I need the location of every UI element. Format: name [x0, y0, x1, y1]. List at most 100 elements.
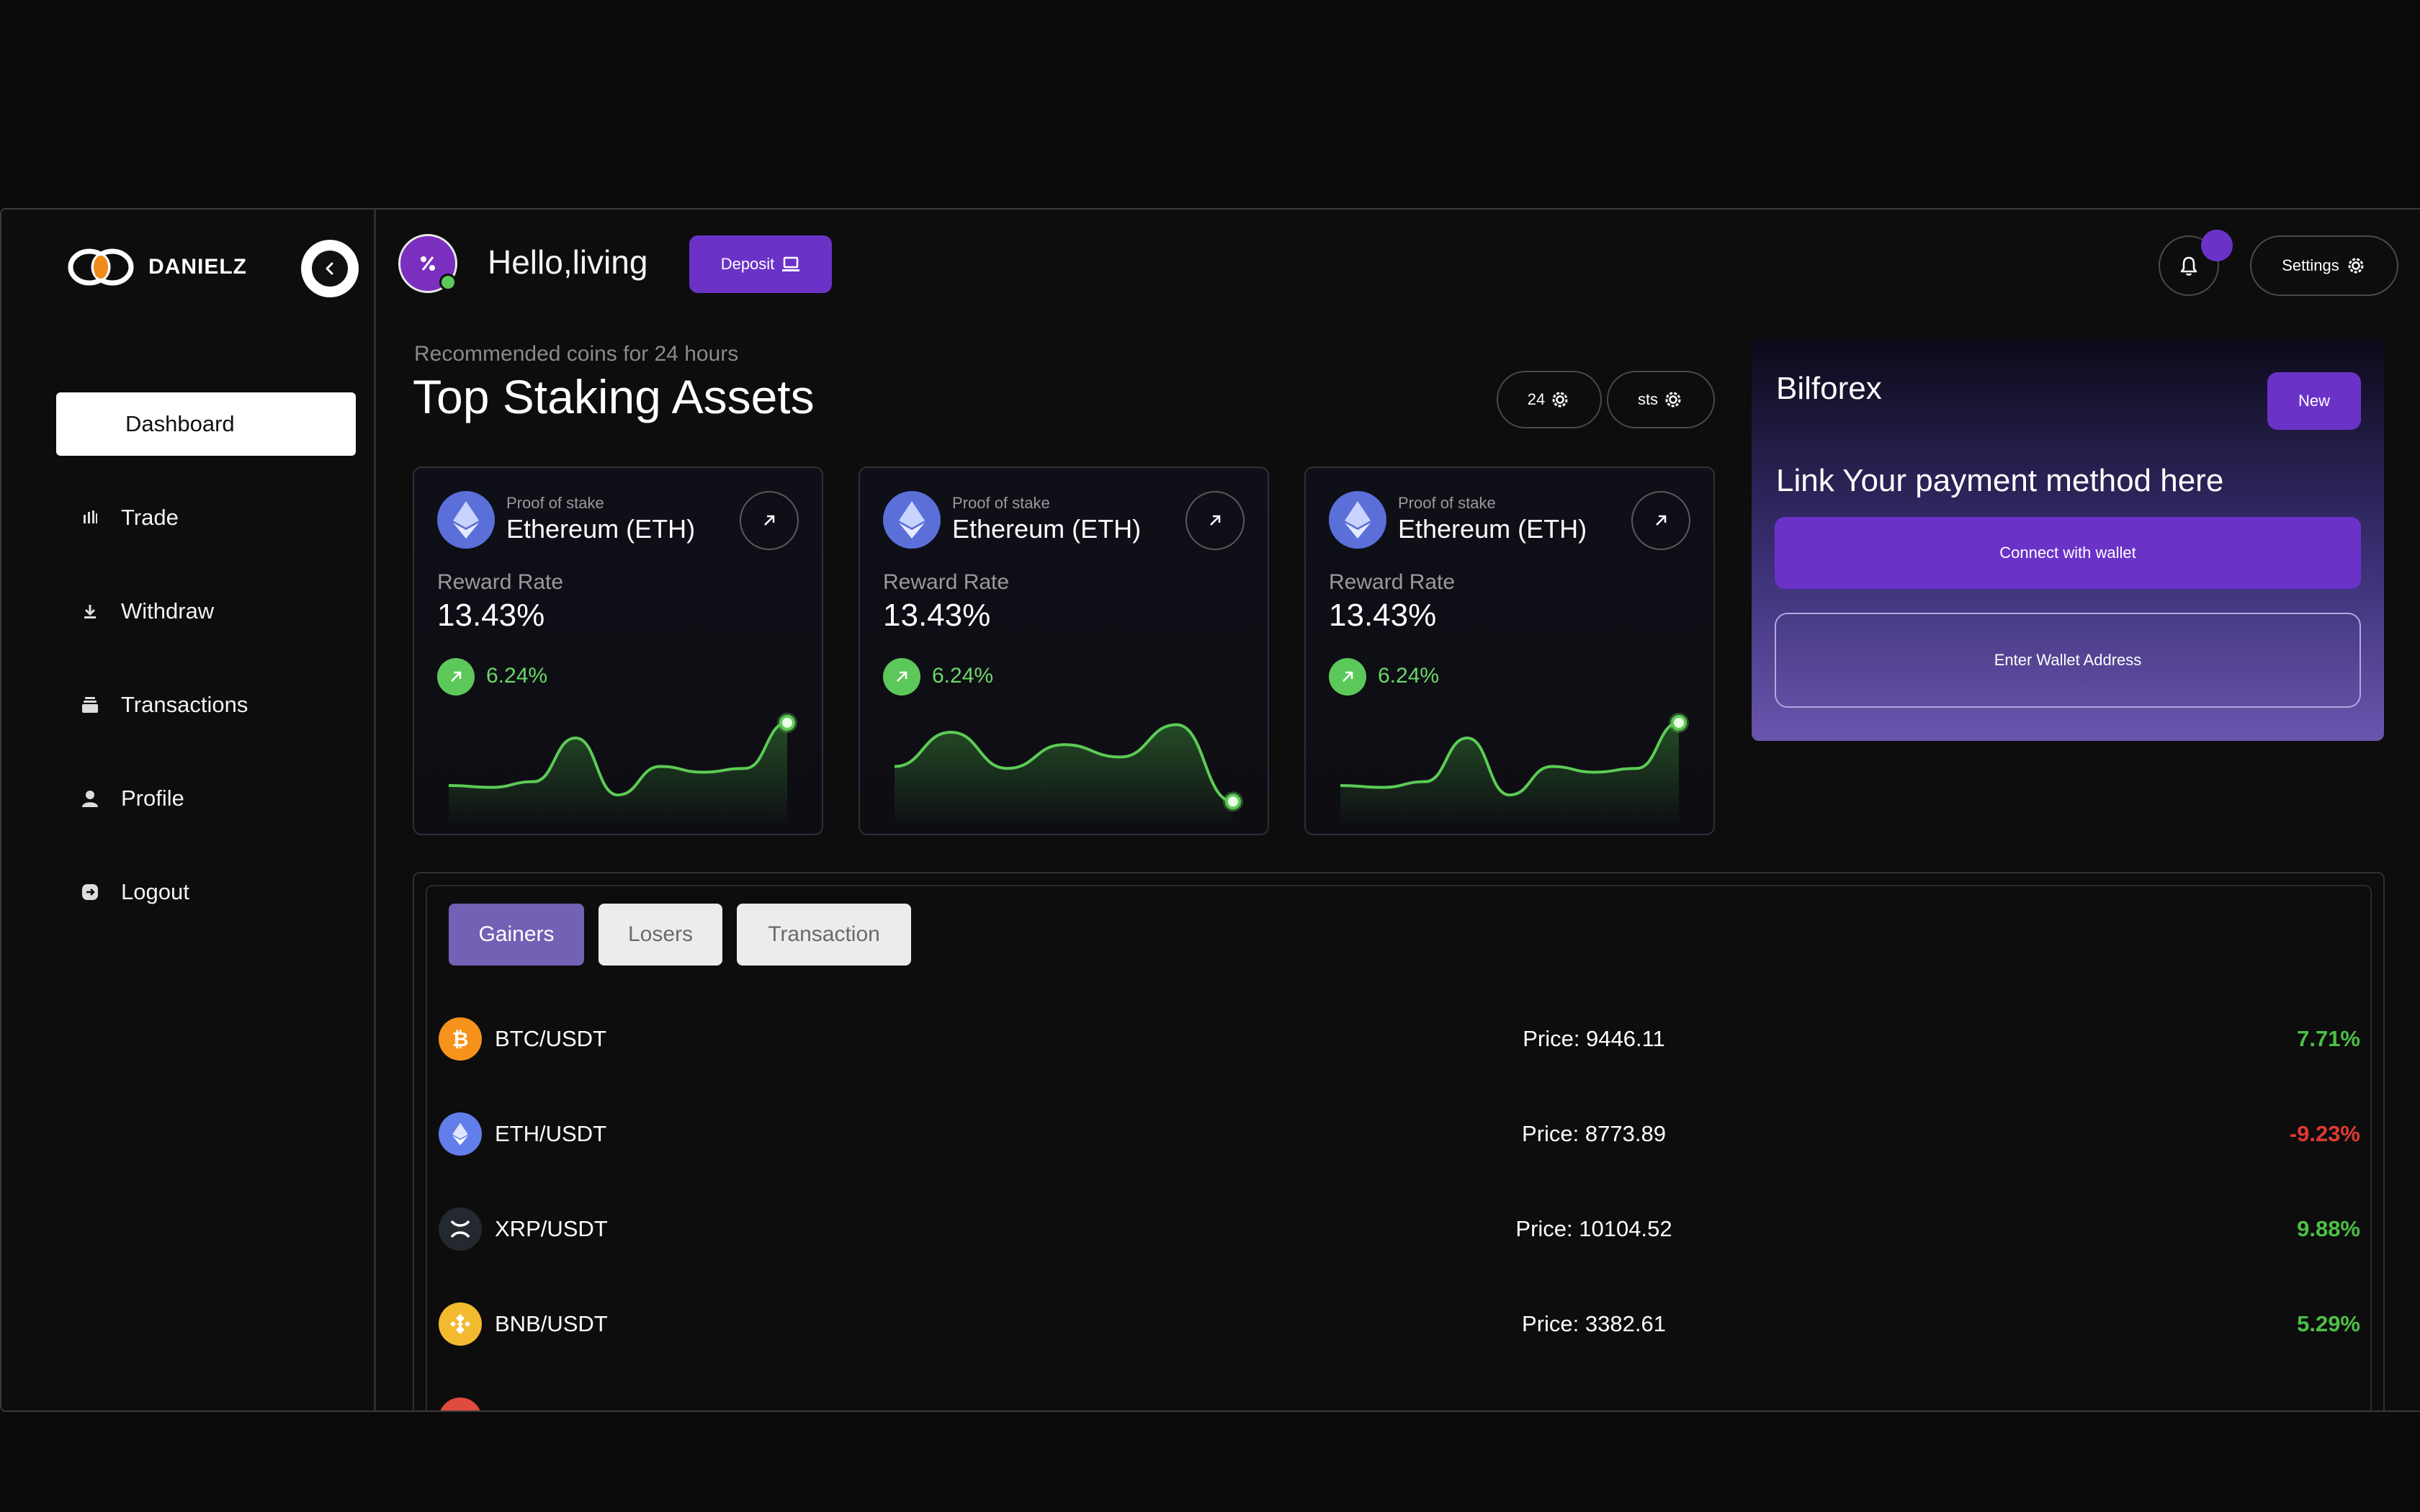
- sidebar-item-dashboard[interactable]: Dashboard: [56, 392, 356, 456]
- logout-icon: [79, 881, 101, 903]
- sidebar-item-label: Logout: [121, 879, 189, 904]
- pair-change: 9.88%: [2297, 1216, 2360, 1241]
- tab-gainers[interactable]: Gainers: [449, 904, 584, 966]
- pair-price: Price: 9446.11: [1523, 1026, 1665, 1051]
- sparkline-end-point: [1671, 714, 1687, 731]
- tab-transaction[interactable]: Transaction: [737, 904, 911, 966]
- tab-losers[interactable]: Losers: [599, 904, 722, 966]
- reward-rate-label: Reward Rate: [1329, 570, 1456, 594]
- table-row[interactable]: ETH/USDT Price: 8773.89 -9.23%: [427, 1105, 2370, 1163]
- app-window: DANIELZ Dashboard Trade Withdraw Transac…: [0, 208, 2420, 1412]
- trend-up-icon: [1329, 658, 1366, 696]
- trend-up-icon: [883, 658, 920, 696]
- sidebar: DANIELZ Dashboard Trade Withdraw Transac…: [1, 210, 376, 1410]
- download-icon: [79, 600, 101, 622]
- staking-card[interactable]: Proof of stake Ethereum (ETH) Reward Rat…: [859, 467, 1269, 835]
- collapse-sidebar-button[interactable]: [301, 240, 359, 297]
- new-button[interactable]: New: [2267, 372, 2361, 430]
- pair-name: ADA/USDT: [495, 1406, 608, 1410]
- sidebar-item-label: Dashboard: [125, 411, 235, 436]
- open-asset-button[interactable]: [740, 491, 799, 550]
- pair-name: ETH/USDT: [495, 1121, 606, 1146]
- wallet-address-input[interactable]: Enter Wallet Address: [1775, 613, 2361, 708]
- table-row[interactable]: ₿ BTC/USDT Price: 9446.11 7.71%: [427, 1010, 2370, 1068]
- logo-icon: [68, 247, 134, 287]
- main-content: Hello,living Deposit Settings Recommende…: [378, 210, 2420, 1410]
- pair-change: 7.71%: [2297, 1026, 2360, 1051]
- pair-price: Price: 10104.52: [1515, 1216, 1672, 1241]
- sidebar-item-withdraw[interactable]: Withdraw: [56, 580, 356, 643]
- market-list: Gainers Losers Transaction ₿ BTC/USDT Pr…: [426, 885, 2372, 1410]
- filter-label: sts: [1637, 390, 1659, 408]
- sidebar-item-label: Transactions: [121, 692, 248, 717]
- table-row[interactable]: XRP/USDT Price: 10104.52 9.88%: [427, 1200, 2370, 1258]
- online-status-dot: [439, 274, 457, 291]
- arrow-up-right-icon: [1656, 515, 1667, 526]
- sidebar-item-trade[interactable]: Trade: [56, 486, 356, 549]
- pair-change: 6.38%: [2297, 1406, 2360, 1410]
- pair-name: BNB/USDT: [495, 1311, 608, 1336]
- ethereum-icon: [439, 1112, 482, 1156]
- laptop-icon: [782, 256, 800, 271]
- gear-icon: [1665, 392, 1681, 408]
- user-icon: [79, 788, 101, 809]
- sparkline-area: [449, 722, 787, 828]
- stack-icon: [79, 694, 101, 716]
- sparkline-chart: [448, 712, 797, 828]
- reward-rate-label: Reward Rate: [883, 570, 1010, 594]
- stake-type: Proof of stake: [506, 494, 604, 512]
- pair-name: XRP/USDT: [495, 1216, 608, 1241]
- open-asset-button[interactable]: [1186, 491, 1245, 550]
- brand-logo[interactable]: DANIELZ: [68, 247, 247, 287]
- gear-icon: [2348, 258, 2364, 274]
- arrow-up-right-icon: [1210, 515, 1221, 526]
- change-value: 6.24%: [1378, 664, 1440, 688]
- greeting-text: Hello,living: [488, 243, 648, 281]
- filter-24-button[interactable]: 24: [1497, 371, 1602, 428]
- sidebar-item-label: Trade: [121, 505, 179, 530]
- chevron-left-icon: [326, 262, 333, 275]
- ethereum-icon: [437, 491, 495, 549]
- sidebar-item-profile[interactable]: Profile: [56, 767, 356, 830]
- connect-wallet-button[interactable]: Connect with wallet: [1775, 517, 2361, 589]
- settings-label: Settings: [2282, 256, 2339, 274]
- gear-icon: [1552, 392, 1568, 408]
- pair-change: 5.29%: [2297, 1311, 2360, 1336]
- promo-subtitle: Link Your payment method here: [1776, 463, 2224, 498]
- staking-card[interactable]: Proof of stake Ethereum (ETH) Reward Rat…: [413, 467, 823, 835]
- filter-sts-button[interactable]: sts: [1607, 371, 1715, 428]
- change-value: 6.24%: [932, 664, 994, 688]
- ethereum-icon: [1329, 491, 1386, 549]
- pair-price: Price: 3382.61: [1522, 1311, 1666, 1336]
- bar-chart-icon: [79, 507, 101, 528]
- brand-name: DANIELZ: [148, 255, 247, 279]
- page-title: Top Staking Assets: [413, 370, 815, 423]
- pair-price: Price: 8773.89: [1522, 1121, 1666, 1146]
- coin-name: Ethereum (ETH): [506, 514, 696, 544]
- staking-subtitle: Recommended coins for 24 hours: [414, 342, 739, 366]
- sidebar-item-label: Profile: [121, 786, 184, 811]
- staking-card[interactable]: Proof of stake Ethereum (ETH) Reward Rat…: [1304, 467, 1715, 835]
- sparkline-area: [1340, 722, 1679, 828]
- filter-label: 24: [1527, 390, 1546, 408]
- bitcoin-icon: ₿: [439, 1017, 482, 1061]
- ethereum-icon: [883, 491, 941, 549]
- table-row[interactable]: BNB/USDT Price: 3382.61 5.29%: [427, 1295, 2370, 1353]
- open-asset-button[interactable]: [1631, 491, 1690, 550]
- settings-button[interactable]: Settings: [2250, 235, 2398, 296]
- reward-rate-value: 13.43%: [883, 598, 991, 633]
- stake-type: Proof of stake: [1398, 494, 1496, 512]
- market-panel: Gainers Losers Transaction ₿ BTC/USDT Pr…: [413, 872, 2385, 1410]
- sidebar-item-transactions[interactable]: Transactions: [56, 673, 356, 737]
- coin-name: Ethereum (ETH): [952, 514, 1142, 544]
- sidebar-nav: Dashboard Trade Withdraw Transactions Pr…: [56, 392, 356, 954]
- avatar[interactable]: [398, 234, 457, 293]
- table-row[interactable]: ADA/USDT Price: 5988.64 6.38%: [427, 1390, 2370, 1410]
- sidebar-item-logout[interactable]: Logout: [56, 860, 356, 924]
- sidebar-item-label: Withdraw: [121, 598, 215, 624]
- sparkline-chart: [894, 723, 1243, 828]
- deposit-button[interactable]: Deposit: [689, 235, 832, 293]
- payment-promo-panel: Bilforex New Link Your payment method he…: [1752, 338, 2384, 741]
- trend-up-icon: [437, 658, 475, 696]
- pair-name: BTC/USDT: [495, 1026, 606, 1051]
